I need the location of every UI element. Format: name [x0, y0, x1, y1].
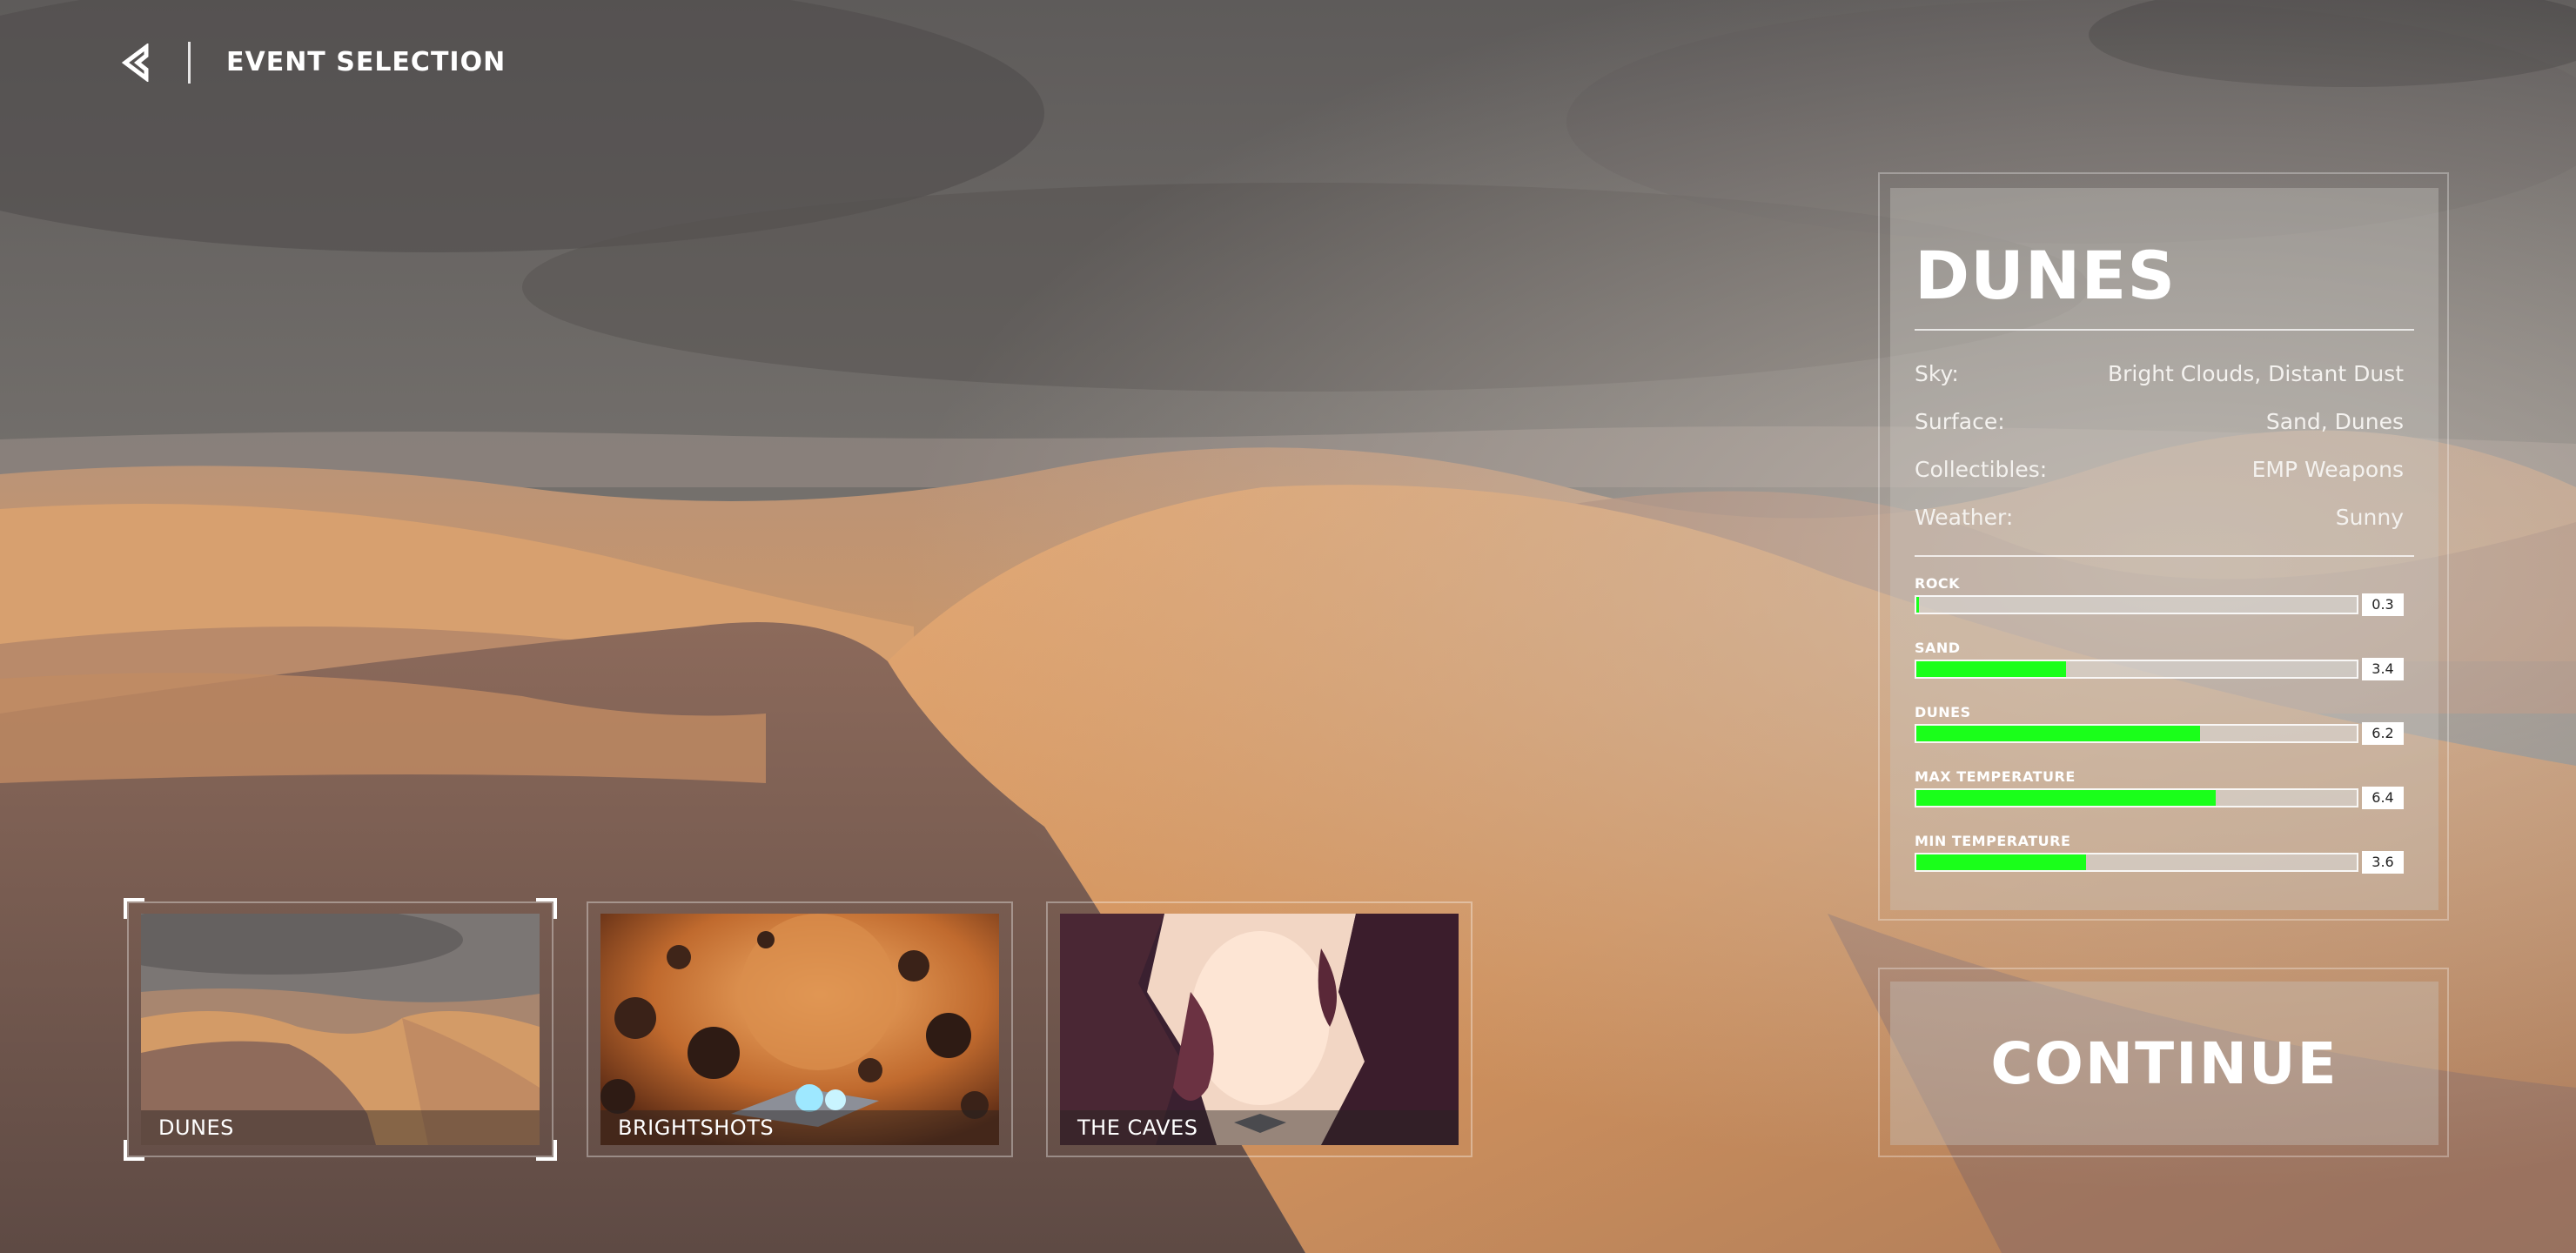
event-card-label: DUNES: [141, 1110, 540, 1145]
stat-sand: SAND 3.4: [1915, 639, 2414, 703]
stat-bar: 3.4: [1915, 658, 2414, 680]
selection-corner: [536, 1140, 557, 1161]
event-card-dunes[interactable]: DUNES: [124, 898, 557, 1161]
stat-track: [1915, 853, 2358, 872]
header-divider: [188, 42, 191, 84]
event-properties: Sky: Bright Clouds, Distant Dust Surface…: [1915, 350, 2414, 541]
stat-track: [1915, 595, 2358, 614]
stat-bar: 0.3: [1915, 593, 2414, 616]
stat-label: MIN TEMPERATURE: [1915, 833, 2071, 849]
stat-label: DUNES: [1915, 704, 1971, 720]
property-row-weather: Weather: Sunny: [1915, 493, 2414, 541]
event-name: DUNES: [1915, 237, 2177, 314]
property-value: Sand, Dunes: [2265, 409, 2404, 434]
back-arrow-icon: [121, 43, 149, 83]
stat-value: 3.4: [2362, 658, 2404, 680]
stat-max-temperature: MAX TEMPERATURE 6.4: [1915, 767, 2414, 832]
stat-track: [1915, 660, 2358, 679]
property-label: Surface:: [1915, 409, 2005, 434]
property-row-collectibles: Collectibles: EMP Weapons: [1915, 446, 2414, 493]
stat-track: [1915, 788, 2358, 807]
event-stats: ROCK 0.3 SAND 3.4 DUNES 6.2 MAX TEMPERAT…: [1915, 574, 2414, 896]
property-value: EMP Weapons: [2251, 457, 2404, 482]
back-button[interactable]: [120, 43, 155, 83]
property-label: Collectibles:: [1915, 457, 2048, 482]
stat-fill: [1916, 661, 2067, 677]
stat-bar: 3.6: [1915, 851, 2414, 874]
property-label: Sky:: [1915, 361, 1959, 386]
divider: [1915, 329, 2414, 331]
stat-fill: [1916, 726, 2201, 741]
property-row-surface: Surface: Sand, Dunes: [1915, 398, 2414, 446]
selection-corner: [536, 898, 557, 919]
stat-dunes: DUNES 6.2: [1915, 703, 2414, 767]
stat-value: 3.6: [2362, 851, 2404, 874]
stat-label: ROCK: [1915, 575, 1961, 592]
stat-bar: 6.2: [1915, 722, 2414, 745]
stat-value: 6.4: [2362, 787, 2404, 809]
page-title: EVENT SELECTION: [226, 47, 506, 77]
property-value: Sunny: [2335, 505, 2404, 530]
stat-track: [1915, 724, 2358, 743]
property-label: Weather:: [1915, 505, 2014, 530]
stat-label: MAX TEMPERATURE: [1915, 768, 2076, 785]
event-info-panel: DUNES Sky: Bright Clouds, Distant Dust S…: [1890, 188, 2438, 910]
event-card-brightshots[interactable]: BRIGHTSHOTS: [587, 901, 1013, 1157]
continue-button[interactable]: CONTINUE: [1890, 982, 2438, 1145]
stat-min-temperature: MIN TEMPERATURE 3.6: [1915, 832, 2414, 896]
stat-rock: ROCK 0.3: [1915, 574, 2414, 639]
event-card-label: THE CAVES: [1060, 1110, 1459, 1145]
selection-corner: [124, 1140, 144, 1161]
event-card-the-caves[interactable]: THE CAVES: [1046, 901, 1472, 1157]
divider: [1915, 555, 2414, 557]
stat-fill: [1916, 790, 2217, 806]
event-card-label: BRIGHTSHOTS: [600, 1110, 999, 1145]
stat-bar: 6.4: [1915, 787, 2414, 809]
selection-corner: [124, 898, 144, 919]
property-row-sky: Sky: Bright Clouds, Distant Dust: [1915, 350, 2414, 398]
stat-fill: [1916, 854, 2086, 870]
stat-value: 6.2: [2362, 722, 2404, 745]
stat-label: SAND: [1915, 640, 1961, 656]
property-value: Bright Clouds, Distant Dust: [2107, 361, 2404, 386]
stat-value: 0.3: [2362, 593, 2404, 616]
stat-fill: [1916, 597, 1920, 613]
